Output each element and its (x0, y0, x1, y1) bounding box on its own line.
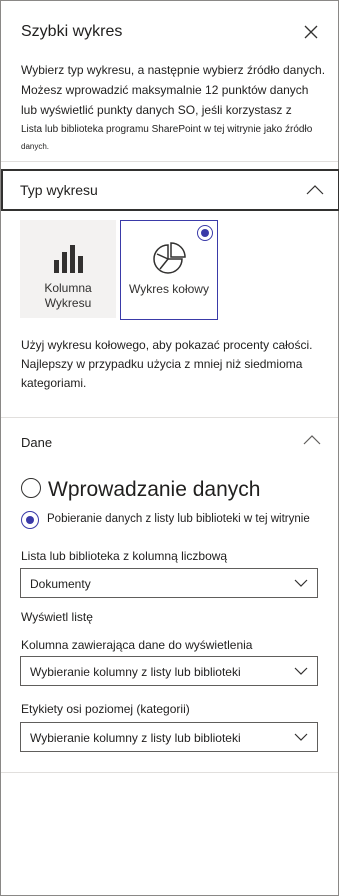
chevron-down-icon (294, 733, 308, 741)
column-field-label: Kolumna zawierająca dane do wyświetlenia (21, 638, 253, 652)
radio-circle-checked (21, 511, 39, 529)
divider (1, 161, 338, 162)
radio-label: Wprowadzanie danych (48, 478, 261, 501)
chart-option-label: Wykres kołowy (129, 282, 209, 296)
intro-line-1: Wybierz typ wykresu, a następnie wybierz… (21, 63, 326, 117)
chart-type-description: Użyj wykresu kołowego, aby pokazać proce… (21, 338, 313, 390)
radio-circle (21, 478, 41, 498)
intro-line-3: danych. (21, 142, 50, 151)
column-dropdown[interactable]: Wybieranie kolumny z listy lub bibliotek… (20, 656, 318, 686)
radio-manual-entry[interactable]: Wprowadzanie danych (21, 478, 301, 506)
chart-option-label: Wykresu (44, 296, 92, 310)
axis-dropdown[interactable]: Wybieranie kolumny z listy lub bibliotek… (20, 722, 318, 752)
pie-chart-icon (153, 242, 186, 274)
chart-option-label: Kolumna (44, 281, 92, 295)
list-dropdown[interactable]: Dokumenty (20, 568, 318, 598)
column-chart-icon (54, 245, 83, 273)
close-icon[interactable] (302, 23, 320, 41)
intro-line-2: Lista lub biblioteka programu SharePoint… (21, 124, 313, 135)
chart-option-column[interactable]: Kolumna Wykresu (20, 220, 116, 318)
chevron-up-icon[interactable] (303, 434, 321, 446)
column-dropdown-value: Wybieranie kolumny z listy lub bibliotek… (30, 665, 241, 679)
panel-title: Szybki wykres (21, 23, 123, 40)
chevron-down-icon (294, 667, 308, 675)
chart-type-section-header[interactable]: Typ wykresu (1, 169, 339, 211)
divider (1, 417, 338, 418)
show-list-link[interactable]: Wyświetl listę (21, 610, 93, 624)
list-dropdown-value: Dokumenty (30, 577, 91, 591)
list-field-label: Lista lub biblioteka z kolumną liczbową (21, 549, 228, 563)
chart-option-pie[interactable]: Wykres kołowy (120, 220, 218, 320)
chart-type-section-title: Typ wykresu (20, 182, 98, 198)
axis-field-label: Etykiety osi poziomej (kategorii) (21, 702, 190, 716)
divider (1, 772, 338, 773)
radio-from-list[interactable]: Pobieranie danych z listy lub biblioteki… (21, 511, 326, 531)
chevron-up-icon (306, 185, 324, 195)
axis-dropdown-value: Wybieranie kolumny z listy lub bibliotek… (30, 731, 241, 745)
data-section-title: Dane (21, 435, 53, 450)
selected-radio-icon (197, 225, 213, 241)
radio-label: Pobieranie danych z listy lub biblioteki… (47, 513, 310, 525)
quick-chart-panel: Szybki wykres Wybierz typ wykresu, a nas… (0, 0, 339, 896)
chevron-down-icon (294, 579, 308, 587)
panel-intro: Wybierz typ wykresu, a następnie wybierz… (21, 60, 326, 154)
